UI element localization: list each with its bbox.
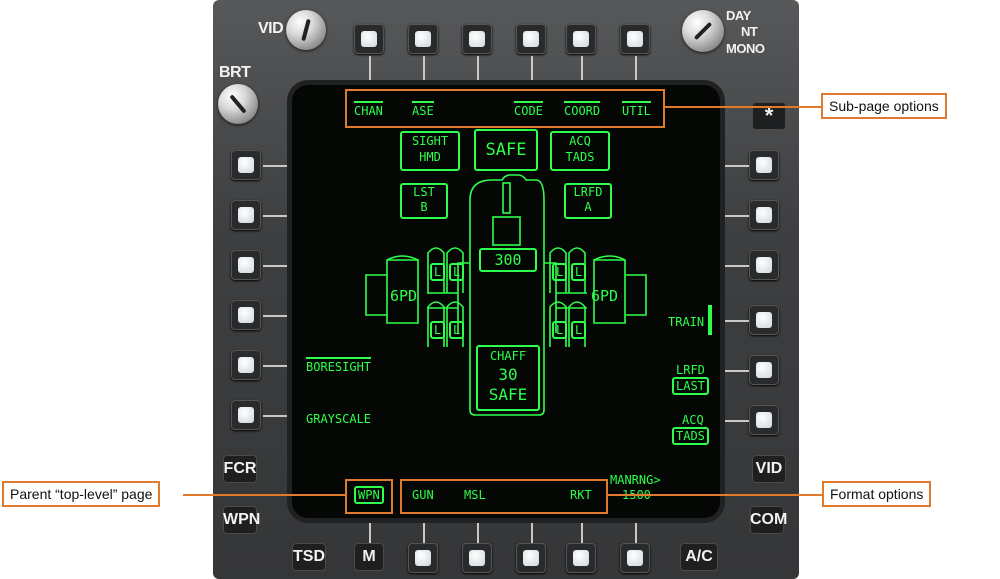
- bottom-button-b6[interactable]: [620, 543, 650, 573]
- top-tick: [423, 56, 425, 86]
- missile-l[interactable]: L: [430, 321, 446, 339]
- top-button-t6[interactable]: [620, 24, 650, 54]
- top-tick: [477, 56, 479, 86]
- missile-l[interactable]: L: [449, 321, 465, 339]
- top-tick: [369, 56, 371, 86]
- train-indicator-bar: [708, 305, 712, 335]
- sight-hmd-box[interactable]: SIGHT HMD: [400, 131, 460, 171]
- fcr-button[interactable]: FCR: [223, 455, 257, 483]
- gun-rounds-box[interactable]: 300: [479, 248, 537, 272]
- top-button-t2[interactable]: [408, 24, 438, 54]
- left-tick: [263, 415, 293, 417]
- missile-l[interactable]: L: [552, 321, 568, 339]
- mpd-screen: CHAN ASE CODE COORD UTIL SIGHT HMD SAFE …: [292, 85, 720, 518]
- manrng-label[interactable]: MANRNG>: [610, 473, 661, 487]
- lst-box[interactable]: LST B: [400, 183, 448, 219]
- missile-l[interactable]: L: [571, 321, 587, 339]
- left-tick: [263, 265, 293, 267]
- right-tick: [719, 370, 749, 372]
- brt-knob[interactable]: [218, 84, 258, 124]
- ac-button[interactable]: A/C: [680, 543, 718, 571]
- format-highlight-box: [400, 479, 608, 514]
- acq-tads-value[interactable]: TADS: [672, 427, 709, 445]
- com-button[interactable]: COM: [750, 506, 787, 534]
- right-button-r3[interactable]: [749, 250, 779, 280]
- vid-knob[interactable]: [286, 10, 326, 50]
- vid-knob-label: VID: [258, 20, 284, 37]
- subpage-callout-line: [663, 106, 821, 108]
- acq-tads-box[interactable]: ACQ TADS: [550, 131, 610, 171]
- bottom-button-b4[interactable]: [516, 543, 546, 573]
- left-button-l2[interactable]: [231, 200, 261, 230]
- right-button-r2[interactable]: [749, 200, 779, 230]
- top-button-t3[interactable]: [462, 24, 492, 54]
- lrfd-box[interactable]: LRFD A: [564, 183, 612, 219]
- wpn-button[interactable]: WPN: [223, 506, 260, 534]
- right-tick: [719, 320, 749, 322]
- left-button-l6[interactable]: [231, 400, 261, 430]
- right-button-r5[interactable]: [749, 355, 779, 385]
- missile-l[interactable]: L: [571, 263, 587, 281]
- subpage-highlight-box: [345, 89, 665, 128]
- top-tick: [581, 56, 583, 86]
- right-tick: [719, 265, 749, 267]
- missile-l[interactable]: L: [552, 263, 568, 281]
- boresight-option[interactable]: BORESIGHT: [306, 357, 372, 374]
- acq-tads-label[interactable]: ACQ: [682, 413, 704, 427]
- chaff-count: 30: [498, 365, 518, 384]
- subpage-callout: Sub-page options: [821, 93, 947, 119]
- right-tick: [719, 215, 749, 217]
- mono-label: MONO: [726, 41, 765, 56]
- top-tick: [635, 56, 637, 86]
- bottom-button-b3[interactable]: [462, 543, 492, 573]
- left-button-l3[interactable]: [231, 250, 261, 280]
- left-button-l1[interactable]: [231, 150, 261, 180]
- bottom-button-b5[interactable]: [566, 543, 596, 573]
- left-pod-label[interactable]: 6PD: [390, 287, 417, 305]
- missile-l[interactable]: L: [430, 263, 446, 281]
- top-tick: [531, 56, 533, 86]
- left-tick: [263, 365, 293, 367]
- brt-knob-label: BRT: [219, 64, 251, 81]
- right-button-r4[interactable]: [749, 305, 779, 335]
- format-callout: Format options: [822, 481, 932, 507]
- bottom-button-b2[interactable]: [408, 543, 438, 573]
- nt-label: NT: [741, 24, 758, 39]
- chaff-state: SAFE: [488, 385, 528, 404]
- day-label: DAY: [726, 8, 751, 23]
- top-button-t4[interactable]: [516, 24, 546, 54]
- parent-callout: Parent “top-level” page: [2, 481, 161, 507]
- left-tick: [263, 215, 293, 217]
- left-button-l5[interactable]: [231, 350, 261, 380]
- m-button[interactable]: M: [354, 543, 384, 571]
- safe-box[interactable]: SAFE: [474, 129, 538, 171]
- right-tick: [719, 420, 749, 422]
- chaff-label: CHAFF: [489, 349, 527, 363]
- missile-l[interactable]: L: [449, 263, 465, 281]
- parent-callout-line: [183, 494, 345, 496]
- left-tick: [263, 165, 293, 167]
- tsd-button[interactable]: TSD: [292, 543, 326, 571]
- lrfd-last-label[interactable]: LRFD: [676, 363, 705, 377]
- left-tick: [263, 315, 293, 317]
- day-nt-mono-knob[interactable]: [682, 10, 724, 52]
- top-button-t1[interactable]: [354, 24, 384, 54]
- right-pod-label[interactable]: 6PD: [591, 287, 618, 305]
- format-callout-line: [606, 494, 822, 496]
- right-tick: [719, 165, 749, 167]
- top-button-t5[interactable]: [566, 24, 596, 54]
- vid-button[interactable]: VID: [752, 455, 786, 483]
- train-option[interactable]: TRAIN: [668, 315, 704, 329]
- lrfd-last-value[interactable]: LAST: [672, 377, 709, 395]
- right-button-r6[interactable]: [749, 405, 779, 435]
- grayscale-option[interactable]: GRAYSCALE: [306, 412, 371, 426]
- right-button-r1[interactable]: [749, 150, 779, 180]
- left-button-l4[interactable]: [231, 300, 261, 330]
- chaff-box[interactable]: CHAFF 30 SAFE: [476, 345, 540, 411]
- parent-highlight-box: [345, 479, 393, 514]
